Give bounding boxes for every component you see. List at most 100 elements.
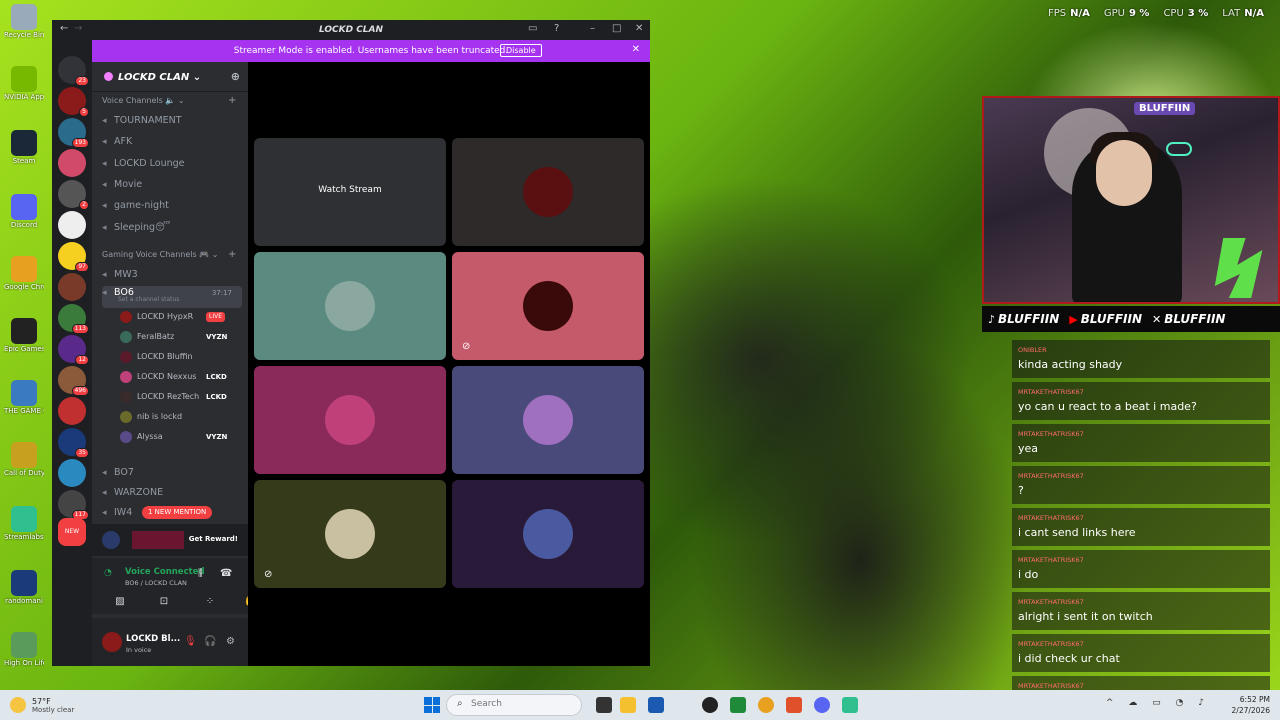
- store-icon[interactable]: [648, 697, 664, 713]
- server-icon[interactable]: 35: [58, 428, 89, 458]
- deafen-icon[interactable]: 🎧: [204, 636, 216, 647]
- voice-user[interactable]: Alyssa VYZN: [120, 428, 240, 446]
- channel-status[interactable]: Set a channel status: [118, 296, 179, 304]
- voice-user[interactable]: nib is lockd: [120, 408, 240, 426]
- server-icon[interactable]: 117: [58, 490, 89, 520]
- inbox-icon[interactable]: ▭: [528, 23, 537, 34]
- add-gaming-channel-icon[interactable]: +: [228, 249, 236, 260]
- server-icon[interactable]: 5: [58, 87, 89, 117]
- weather-widget[interactable]: 57°F Mostly clear: [10, 695, 100, 715]
- desktop-icon[interactable]: THE GAME OF LIFE 2: [4, 380, 44, 415]
- desktop-icon[interactable]: Steam: [4, 130, 44, 165]
- participant-tile[interactable]: [452, 480, 644, 588]
- gaming-channel[interactable]: ◂ WARZONE: [102, 484, 242, 502]
- participant-tile[interactable]: ⊘: [452, 252, 644, 360]
- cpu-label: CPU: [1163, 8, 1184, 19]
- server-icon[interactable]: 496: [58, 366, 89, 396]
- desktop-icon[interactable]: High On Life 2: [4, 632, 44, 667]
- server-icon[interactable]: 23: [58, 56, 89, 86]
- stream-tile[interactable]: Watch Stream: [254, 138, 446, 246]
- settings-gear-icon[interactable]: ⚙: [226, 636, 235, 647]
- minimize-icon[interactable]: –: [590, 23, 595, 34]
- voice-user[interactable]: LOCKD RezTech LCKD: [120, 388, 240, 406]
- server-icon[interactable]: 113: [58, 304, 89, 334]
- server-icon[interactable]: 2: [58, 180, 89, 210]
- participant-tile[interactable]: [452, 138, 644, 246]
- desktop-icon[interactable]: NVIDIA App: [4, 66, 44, 101]
- close-window-icon[interactable]: ✕: [635, 23, 643, 34]
- mute-mic-icon[interactable]: 🎙: [184, 636, 197, 647]
- gaming-channel[interactable]: ◂ IW4 1 NEW MENTION: [102, 504, 242, 522]
- desktop-icon[interactable]: Streamlabs Desktop: [4, 506, 44, 541]
- help-icon[interactable]: ?: [554, 23, 559, 34]
- participant-tile[interactable]: [452, 366, 644, 474]
- get-reward-button[interactable]: Get Reward!: [189, 535, 238, 543]
- noise-suppression-icon[interactable]: ⫼: [198, 568, 203, 579]
- server-icon[interactable]: [58, 149, 86, 177]
- desktop-icon[interactable]: randomani: [4, 570, 44, 605]
- clan-tag: VYZN: [206, 433, 228, 441]
- voice-channel[interactable]: ◂ TOURNAMENT: [102, 112, 242, 130]
- guild-header[interactable]: LOCKD CLAN ⌄ ⊕: [92, 62, 248, 92]
- clock[interactable]: 6:52 PM 2/27/2026: [1232, 694, 1270, 716]
- voice-channel-info[interactable]: BO6 / LOCKD CLAN: [125, 579, 187, 587]
- desktop-icon[interactable]: Discord: [4, 194, 44, 229]
- camera-off-icon[interactable]: ▨: [106, 596, 134, 610]
- new-mention-badge[interactable]: 1 NEW MENTION: [142, 506, 213, 519]
- voice-channel[interactable]: ◂ Movie: [102, 176, 242, 194]
- disable-streamer-mode-button[interactable]: Disable: [500, 44, 542, 57]
- search-input[interactable]: [471, 699, 561, 709]
- avatar[interactable]: [102, 632, 122, 652]
- desktop-icon[interactable]: Google Chrome: [4, 256, 44, 291]
- activities-icon[interactable]: ⁘: [196, 596, 224, 610]
- server-icon[interactable]: 12: [58, 335, 89, 365]
- voice-channel[interactable]: ◂ LOCKD Lounge: [102, 155, 242, 173]
- participant-avatar: [523, 509, 573, 559]
- category-voice[interactable]: Voice Channels 🔈 ⌄ +: [102, 95, 236, 106]
- start-button[interactable]: [424, 697, 440, 713]
- watch-stream-label[interactable]: Watch Stream: [254, 185, 446, 195]
- voice-channel[interactable]: ◂ game-night: [102, 197, 242, 215]
- taskbar-search[interactable]: ⌕: [446, 694, 582, 716]
- server-icon[interactable]: [58, 273, 86, 301]
- desktop-icon[interactable]: Recycle Bin: [4, 4, 44, 39]
- server-new[interactable]: NEW: [58, 518, 86, 546]
- participant-tile[interactable]: [254, 366, 446, 474]
- category-gaming[interactable]: Gaming Voice Channels 🎮 ⌄ +: [102, 249, 236, 260]
- discord-taskbar-icon[interactable]: [814, 697, 830, 713]
- file-explorer-icon[interactable]: [620, 697, 636, 713]
- gaming-channel[interactable]: ◂ MW3: [102, 266, 242, 284]
- gaming-channel[interactable]: ◂ BO6 37:17 Set a channel status: [102, 286, 242, 308]
- voice-user[interactable]: LOCKD Nexxus LCKD: [120, 368, 240, 386]
- voice-user[interactable]: LOCKD Bluffin: [120, 348, 240, 366]
- streamlabs-taskbar-icon[interactable]: [842, 697, 858, 713]
- server-icon[interactable]: [58, 211, 86, 239]
- excel-icon[interactable]: [730, 697, 746, 713]
- add-member-icon[interactable]: ⊕: [231, 70, 240, 83]
- server-icon[interactable]: [58, 397, 86, 425]
- desktop-icon[interactable]: Epic Games Launcher: [4, 318, 44, 353]
- server-icon[interactable]: [58, 459, 86, 487]
- disconnect-icon[interactable]: ☎: [220, 568, 232, 579]
- gaming-channel[interactable]: ◂ BO7: [102, 464, 242, 482]
- screen-share-icon[interactable]: ⊡: [150, 596, 178, 610]
- app-icon[interactable]: [702, 697, 718, 713]
- close-banner-icon[interactable]: ✕: [632, 44, 640, 55]
- system-tray[interactable]: ^ ☁ ▭ ◔ ♪: [1106, 698, 1210, 708]
- desktop-icon[interactable]: Call of Duty Moderni...: [4, 442, 44, 477]
- chrome-icon[interactable]: [758, 697, 774, 713]
- participant-tile[interactable]: ⊘: [254, 480, 446, 588]
- brave-icon[interactable]: [786, 697, 802, 713]
- username: LOCKD Bl...: [126, 634, 181, 644]
- add-channel-icon[interactable]: +: [228, 95, 236, 106]
- voice-channel[interactable]: ◂ AFK: [102, 133, 242, 151]
- voice-channel[interactable]: ◂ Sleeping😴: [102, 219, 242, 237]
- voice-user[interactable]: LOCKD HypxR LIVE: [120, 308, 240, 326]
- voice-user[interactable]: FeralBatz VYZN: [120, 328, 240, 346]
- task-view-icon[interactable]: [596, 697, 612, 713]
- participant-tile[interactable]: [254, 252, 446, 360]
- maximize-icon[interactable]: □: [612, 23, 621, 34]
- promo-banner[interactable]: Get Reward!: [92, 524, 248, 556]
- server-icon[interactable]: 193: [58, 118, 89, 148]
- server-icon[interactable]: 97: [58, 242, 89, 272]
